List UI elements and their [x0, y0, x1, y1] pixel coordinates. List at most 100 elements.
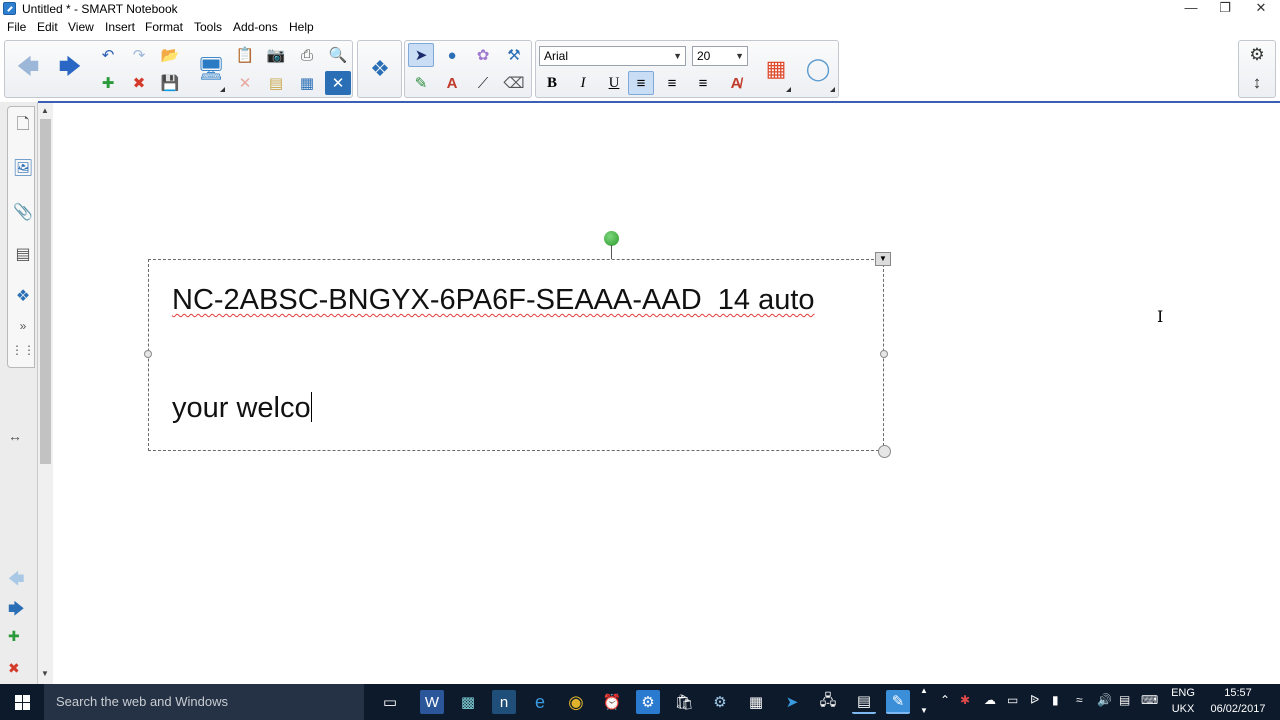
language-indicator[interactable]: ENG: [1168, 687, 1198, 699]
underline-button[interactable]: U: [601, 71, 627, 95]
font-name-select[interactable]: Arial ▼: [539, 46, 686, 66]
expand-sidebar-icon[interactable]: »: [11, 313, 35, 339]
select-arrow-icon[interactable]: ➤: [408, 43, 434, 67]
keyboard-icon[interactable]: ⌨: [1141, 693, 1158, 707]
screen-shade-icon[interactable]: ▤: [263, 71, 289, 95]
bluetooth-icon[interactable]: ᐉ: [1030, 693, 1039, 707]
magnifier-icon[interactable]: 🔍: [325, 43, 351, 67]
volume-icon[interactable]: 🔊: [1097, 693, 1112, 707]
menu-addons[interactable]: Add-ons: [231, 20, 280, 34]
scroll-down-icon[interactable]: ▼: [41, 669, 49, 678]
save-icon[interactable]: 💾: [157, 71, 183, 95]
next-page-icon[interactable]: 🡆: [52, 44, 88, 94]
minimize-button[interactable]: —: [1174, 0, 1208, 18]
fill-icon[interactable]: ⚒: [501, 43, 527, 67]
addons-tab-icon[interactable]: ❖: [11, 283, 35, 309]
text-style-icon[interactable]: A̸: [723, 71, 749, 95]
align-left-icon[interactable]: ≡: [628, 71, 654, 95]
pens-icon[interactable]: ✎: [408, 71, 434, 95]
rotate-handle[interactable]: [604, 231, 619, 246]
notes-app-icon[interactable]: ▩: [456, 690, 480, 714]
monitor-tray-icon[interactable]: ▭: [1007, 693, 1018, 707]
taskbar-search-box[interactable]: Search the web and Windows: [44, 684, 364, 720]
sidebar-grip-icon[interactable]: ⋮⋮: [11, 337, 35, 363]
antivirus-tray-icon[interactable]: ✱: [960, 693, 970, 707]
undo-icon[interactable]: ↶: [95, 43, 121, 67]
chrome-icon[interactable]: ◉: [564, 690, 588, 714]
app-icon-n[interactable]: n: [492, 690, 516, 714]
menu-insert[interactable]: Insert: [103, 20, 137, 34]
start-button[interactable]: [0, 684, 44, 720]
word-icon[interactable]: W: [420, 690, 444, 714]
sidebar-add-page-icon[interactable]: ✚: [8, 628, 20, 645]
alarm-icon[interactable]: ⏰: [600, 690, 624, 714]
open-file-icon[interactable]: 📂: [157, 43, 183, 67]
clock-time[interactable]: 15:57: [1208, 687, 1268, 699]
addons-puzzle-icon[interactable]: ❖: [362, 44, 398, 94]
restore-button[interactable]: ❐: [1208, 0, 1242, 18]
document-camera-icon[interactable]: ⎙: [294, 43, 320, 67]
text-line-1[interactable]: NC-2ABSC-BNGYX-6PA6F-SEAAA-AAD 14 auto: [172, 284, 815, 317]
previous-page-icon[interactable]: 🡄: [10, 44, 46, 94]
text-line-2[interactable]: your welco: [172, 392, 312, 425]
properties-tab-icon[interactable]: ▤: [11, 241, 35, 267]
bold-button[interactable]: B: [539, 71, 565, 95]
onedrive-app-icon[interactable]: ➤: [780, 690, 804, 714]
delete-page-icon[interactable]: ✖: [126, 71, 152, 95]
sidebar-next-page-icon[interactable]: 🡆: [8, 598, 25, 625]
settings-app-icon[interactable]: ⚙: [636, 690, 660, 714]
font-size-select[interactable]: 20 ▼: [692, 46, 748, 66]
magic-pen-icon[interactable]: ✿: [470, 43, 496, 67]
smart-tools-icon[interactable]: ▤: [852, 690, 876, 714]
task-view-icon[interactable]: ▭: [378, 690, 402, 714]
menu-help[interactable]: Help: [287, 20, 316, 34]
settings-gear-icon[interactable]: ⚙: [1244, 43, 1270, 67]
text-tool-icon[interactable]: A: [439, 71, 465, 95]
italic-button[interactable]: I: [570, 71, 596, 95]
page-sorter-icon[interactable]: 🗋: [11, 113, 35, 139]
align-right-icon[interactable]: ≡: [690, 71, 716, 95]
table-icon[interactable]: ▦: [294, 71, 320, 95]
text-object[interactable]: ▼ NC-2ABSC-BNGYX-6PA6F-SEAAA-AAD 14 auto…: [144, 231, 891, 458]
show-hidden-icons-icon[interactable]: ⌃: [940, 693, 950, 707]
menu-edit[interactable]: Edit: [35, 20, 60, 34]
wifi-icon[interactable]: ≈: [1076, 693, 1083, 707]
scrollbar-thumb[interactable]: [40, 119, 51, 464]
menu-format[interactable]: Format: [143, 20, 185, 34]
attachments-paperclip-icon[interactable]: 📎: [11, 199, 35, 225]
network-app-icon[interactable]: 🖧: [816, 690, 840, 714]
paste-icon[interactable]: 📋: [232, 43, 258, 67]
shapes-icon[interactable]: ●: [439, 43, 465, 67]
resize-sidebar-icon[interactable]: ↔: [8, 428, 22, 444]
notebook-page-canvas[interactable]: ▼ NC-2ABSC-BNGYX-6PA6F-SEAAA-AAD 14 auto…: [53, 103, 1280, 684]
close-button[interactable]: ✕: [1244, 0, 1278, 18]
gallery-icon[interactable]: 🖼: [11, 155, 35, 181]
store-icon[interactable]: 🛍: [672, 690, 696, 714]
resize-handle-right[interactable]: [880, 350, 888, 358]
eraser-icon[interactable]: ⌫: [501, 71, 527, 95]
redo-icon[interactable]: ↷: [126, 43, 152, 67]
scroll-up-icon[interactable]: ▲: [41, 106, 49, 115]
camera-icon[interactable]: 📷: [263, 43, 289, 67]
keyboard-layout-indicator[interactable]: UKX: [1168, 703, 1198, 715]
smart-notebook-taskbar-icon[interactable]: ✎: [886, 690, 910, 714]
add-page-icon[interactable]: ✚: [95, 71, 121, 95]
line-tool-icon[interactable]: ⟋: [470, 71, 496, 95]
vertical-scrollbar[interactable]: ▲ ▼: [38, 103, 53, 684]
menu-view[interactable]: View: [66, 20, 96, 34]
resize-handle-corner[interactable]: [878, 445, 891, 458]
object-menu-dropdown-icon[interactable]: ▼: [875, 252, 891, 266]
delete-icon[interactable]: ✕: [232, 71, 258, 95]
tools-app-icon[interactable]: ⚙: [708, 690, 732, 714]
edge-browser-icon[interactable]: e: [528, 690, 552, 714]
move-toolbar-icon[interactable]: ↕: [1244, 71, 1270, 95]
taskbar-scroll-up-icon[interactable]: ▲: [920, 686, 928, 695]
menu-file[interactable]: File: [5, 20, 28, 34]
sidebar-previous-page-icon[interactable]: 🡄: [8, 568, 25, 595]
menu-tools[interactable]: Tools: [192, 20, 224, 34]
clock-date[interactable]: 06/02/2017: [1206, 703, 1270, 715]
align-center-icon[interactable]: ≡: [659, 71, 685, 95]
resize-handle-left[interactable]: [144, 350, 152, 358]
action-center-icon[interactable]: ▤: [1119, 693, 1130, 707]
calculator-icon[interactable]: ▦: [744, 690, 768, 714]
